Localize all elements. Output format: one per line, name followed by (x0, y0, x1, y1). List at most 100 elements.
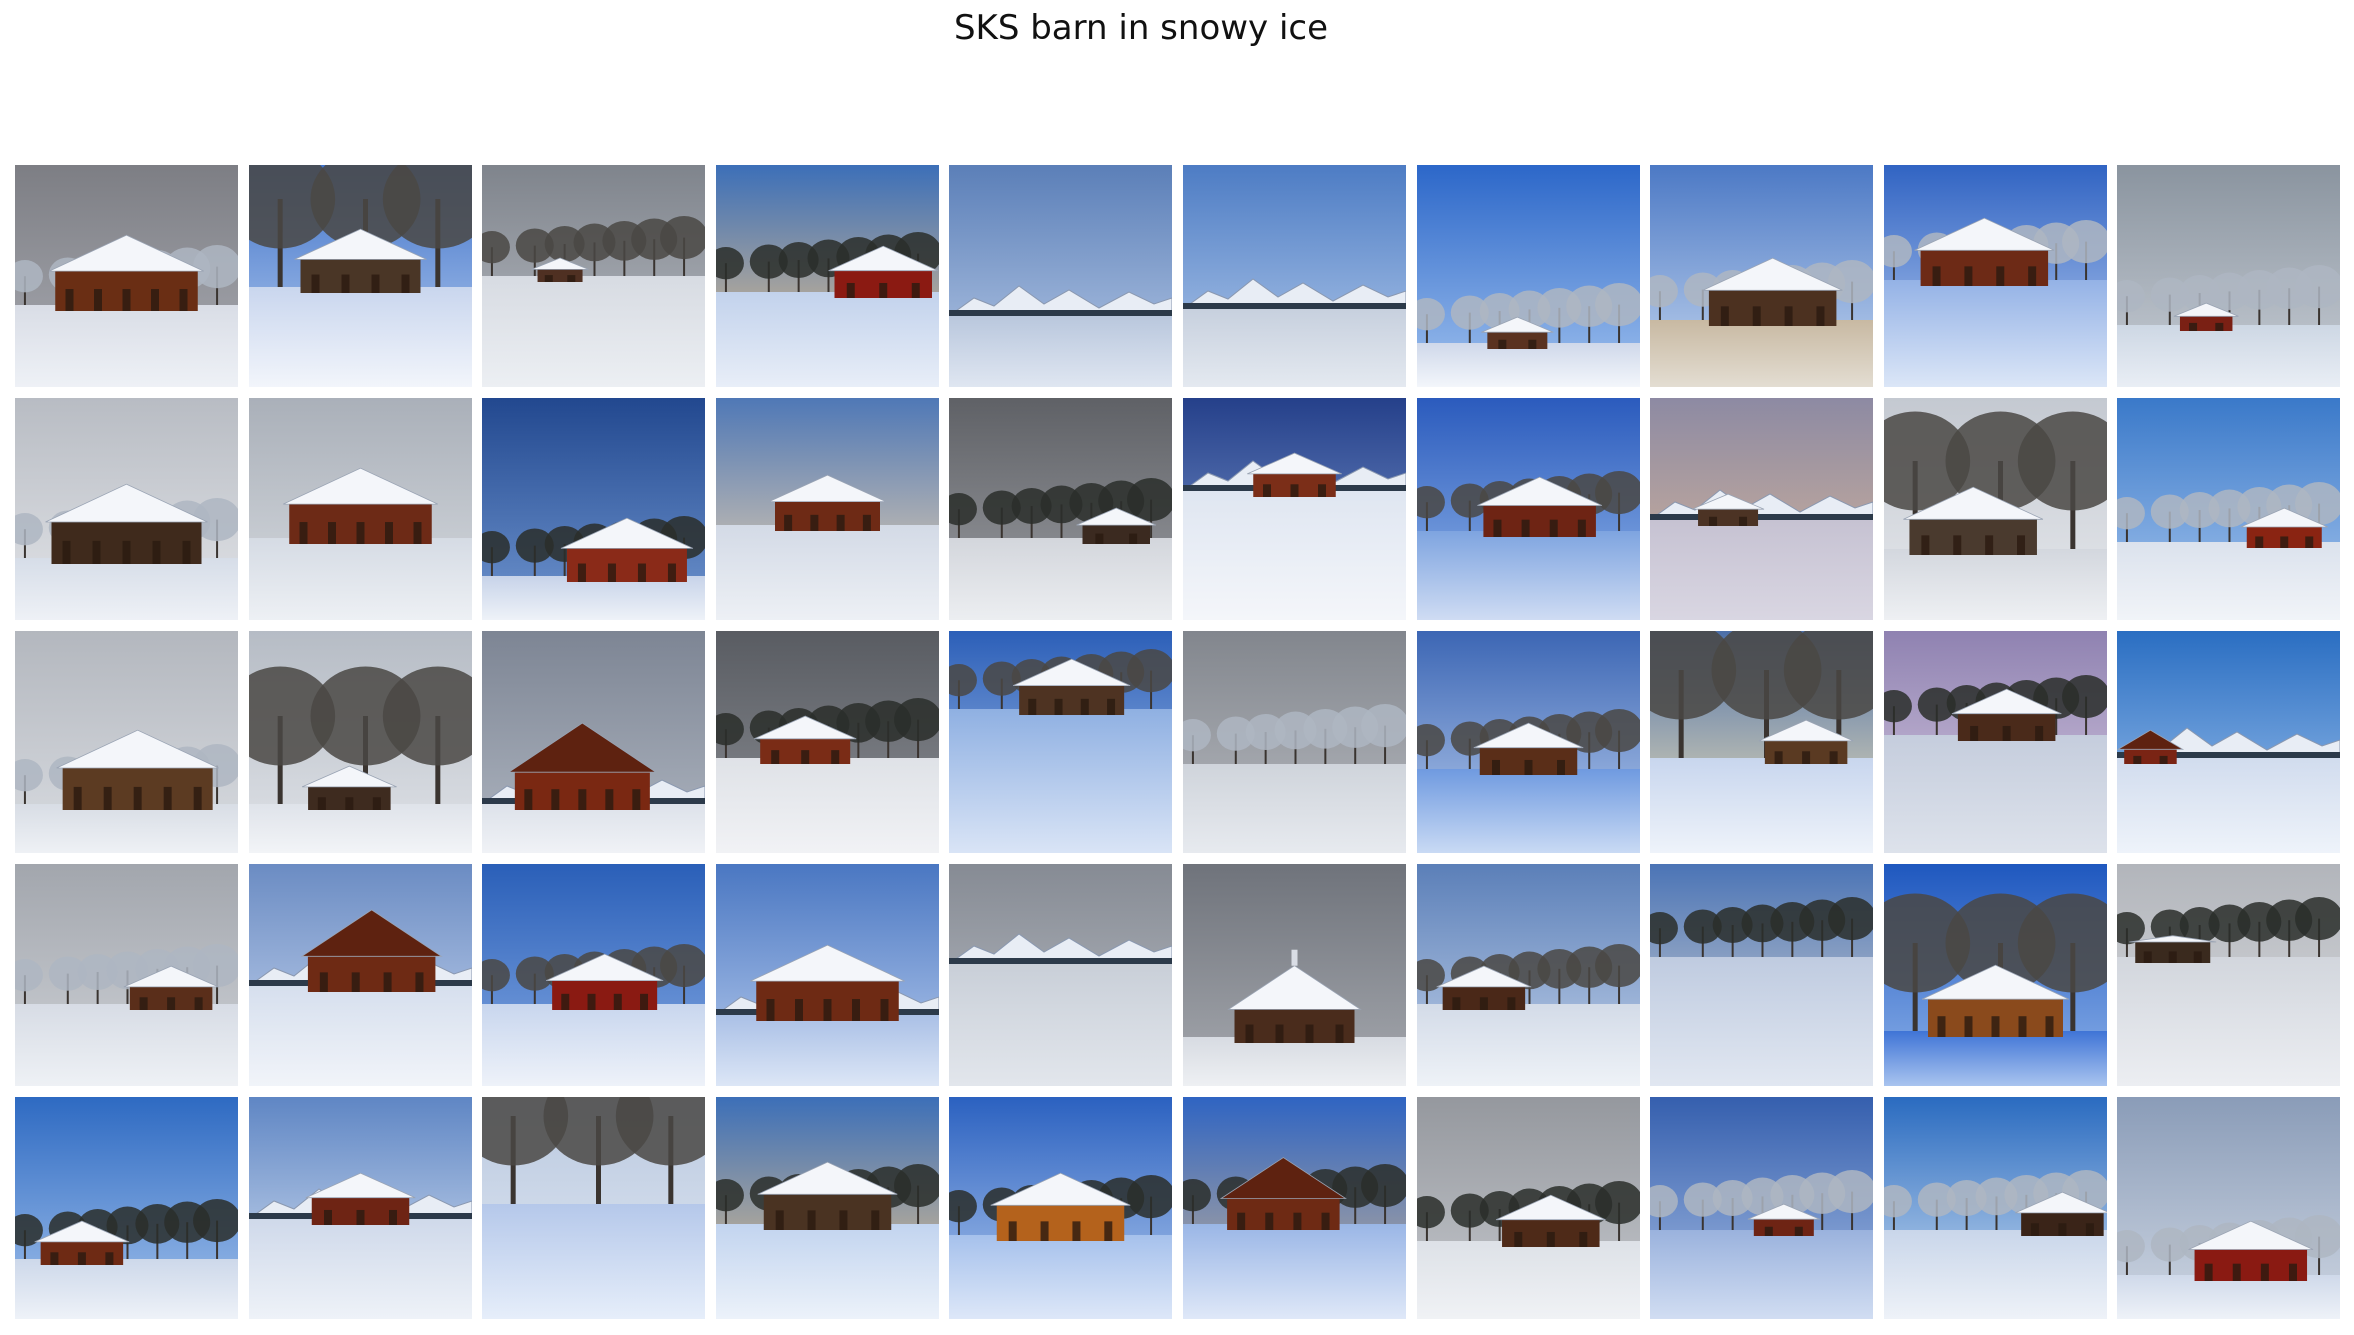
barn-photo (1650, 398, 1873, 620)
barn-door (1528, 339, 1537, 349)
barn-door (1237, 1212, 1246, 1230)
snow-ground (249, 804, 472, 853)
tree-line (949, 958, 1172, 964)
barn-door (1794, 1226, 1803, 1236)
barn-door (401, 274, 410, 293)
barn-door (383, 972, 392, 992)
barn-door (836, 514, 845, 531)
barn-photo (482, 864, 705, 1086)
barn-door (194, 997, 203, 1010)
snow-ground (949, 964, 1172, 1086)
barn-door (2215, 322, 2224, 331)
barn-photo (2117, 1097, 2340, 1319)
barn-door (1557, 759, 1565, 775)
barn-door (605, 789, 614, 810)
barn-door (1493, 519, 1502, 537)
barn-photo (15, 631, 238, 853)
barn-photo (1884, 398, 2107, 620)
barn-door (2085, 1223, 2094, 1236)
barn-door (1970, 725, 1979, 741)
barn-door (1040, 1221, 1049, 1241)
image-tile (1417, 398, 1640, 620)
snow-ground (2117, 542, 2340, 620)
barn-photo (1183, 165, 1406, 387)
barn-photo (716, 398, 939, 620)
barn-door (831, 750, 840, 764)
barn-door (1953, 535, 1962, 555)
barn-door (871, 1210, 880, 1230)
barn-door (167, 997, 176, 1010)
barn-door (524, 789, 533, 810)
barn-photo (1183, 631, 1406, 853)
snow-ground (716, 1224, 939, 1319)
barn-door (122, 540, 131, 564)
barn-door (1991, 1016, 2000, 1037)
snow-ground (15, 305, 238, 387)
barn-door (1521, 519, 1530, 537)
barn-door (911, 282, 920, 298)
barn-door (1095, 533, 1104, 544)
image-tile (716, 165, 939, 387)
barn-door (163, 786, 172, 810)
image-tile (2117, 165, 2340, 387)
barn-door (1104, 1221, 1113, 1241)
barn-door (2255, 536, 2264, 548)
image-tile (1884, 398, 2107, 620)
barn-door (775, 1210, 784, 1230)
barn-door (1784, 306, 1793, 326)
image-tile (2117, 398, 2340, 620)
snow-ground (1183, 1037, 1406, 1086)
barn-door (1829, 751, 1838, 764)
image-grid (0, 0, 2354, 1335)
barn-photo (1650, 864, 1873, 1086)
image-tile (482, 398, 705, 620)
barn-door (577, 563, 586, 582)
barn-door (2143, 951, 2152, 963)
barn-photo (1884, 165, 2107, 387)
barn-door (341, 274, 350, 293)
image-tile (1884, 631, 2107, 853)
barn-door (1263, 484, 1271, 497)
image-tile (482, 165, 705, 387)
barn-door (640, 993, 649, 1010)
snow-ground (1183, 491, 1406, 620)
barn-door (795, 999, 803, 1021)
barn-photo (15, 165, 238, 387)
snow-ground (482, 1204, 705, 1319)
image-tile (2117, 864, 2340, 1086)
barn-photo (1183, 864, 1406, 1086)
snow-ground (716, 1015, 939, 1086)
barn-door (299, 522, 308, 544)
barn-door (1129, 533, 1138, 544)
image-tile (482, 1097, 705, 1319)
barn-door (1937, 1016, 1946, 1037)
image-tile (949, 398, 1172, 620)
barn-door (2045, 1016, 2054, 1037)
barn-door (784, 514, 793, 531)
barn-door (351, 972, 360, 992)
snow-ground (1650, 758, 1873, 853)
image-tile (482, 864, 705, 1086)
image-tile (482, 631, 705, 853)
image-tile (1183, 398, 1406, 620)
snow-ground (1417, 343, 1640, 387)
barn-door (1802, 751, 1811, 764)
image-tile (1417, 631, 1640, 853)
barn-door (1964, 266, 1973, 286)
barn-photo (949, 864, 1172, 1086)
barn-door (1709, 516, 1718, 526)
barn-door (2305, 536, 2314, 548)
barn-door (1507, 997, 1516, 1010)
image-tile (1417, 165, 1640, 387)
tree-line (1650, 514, 1873, 520)
barn-photo (1417, 165, 1640, 387)
barn-door (2280, 536, 2289, 548)
barn-door (1816, 306, 1825, 326)
barn-door (1932, 266, 1941, 286)
barn-door (77, 1252, 86, 1265)
barn-door (632, 789, 641, 810)
barn-photo (716, 1097, 939, 1319)
image-tile (949, 631, 1172, 853)
image-tile (1884, 864, 2107, 1086)
barn-door (2028, 266, 2037, 286)
